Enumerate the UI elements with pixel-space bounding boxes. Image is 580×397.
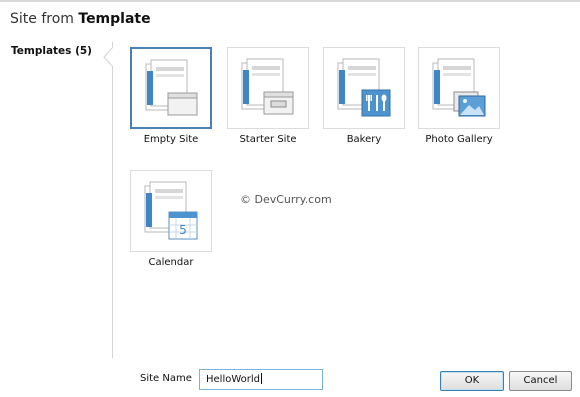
template-tile-photo-gallery[interactable] bbox=[418, 47, 500, 129]
template-label-starter-site: Starter Site bbox=[239, 134, 297, 145]
template-label-photo-gallery: Photo Gallery bbox=[425, 134, 493, 145]
site-name-label: Site Name bbox=[140, 373, 192, 384]
photo-gallery-icon bbox=[432, 58, 486, 117]
template-label-calendar: Calendar bbox=[148, 257, 194, 268]
watermark-text: © DevCurry.com bbox=[240, 193, 332, 206]
starter-site-icon bbox=[241, 58, 294, 115]
template-tile-empty-site[interactable] bbox=[130, 47, 212, 129]
dialog-title: Site from Template bbox=[10, 11, 151, 27]
bakery-icon bbox=[337, 58, 391, 117]
ok-button[interactable]: OK bbox=[440, 371, 504, 391]
template-label-empty-site: Empty Site bbox=[143, 134, 199, 145]
site-name-input[interactable]: HelloWorld bbox=[199, 369, 323, 390]
sidebar-divider-lower bbox=[112, 66, 113, 358]
site-name-value: HelloWorld bbox=[206, 374, 261, 385]
template-tile-calendar[interactable]: 5 bbox=[130, 170, 212, 252]
empty-site-icon bbox=[145, 59, 198, 116]
template-label-bakery: Bakery bbox=[346, 134, 382, 145]
calendar-day-number: 5 bbox=[179, 223, 187, 237]
sidebar-item-templates[interactable]: Templates (5) bbox=[11, 45, 92, 57]
cancel-button[interactable]: Cancel bbox=[509, 371, 572, 391]
top-border bbox=[0, 0, 580, 2]
template-tile-starter-site[interactable] bbox=[227, 47, 309, 129]
template-tile-bakery[interactable] bbox=[323, 47, 405, 129]
text-caret bbox=[261, 373, 263, 384]
selection-notch bbox=[103, 47, 113, 67]
calendar-icon: 5 bbox=[144, 181, 198, 240]
